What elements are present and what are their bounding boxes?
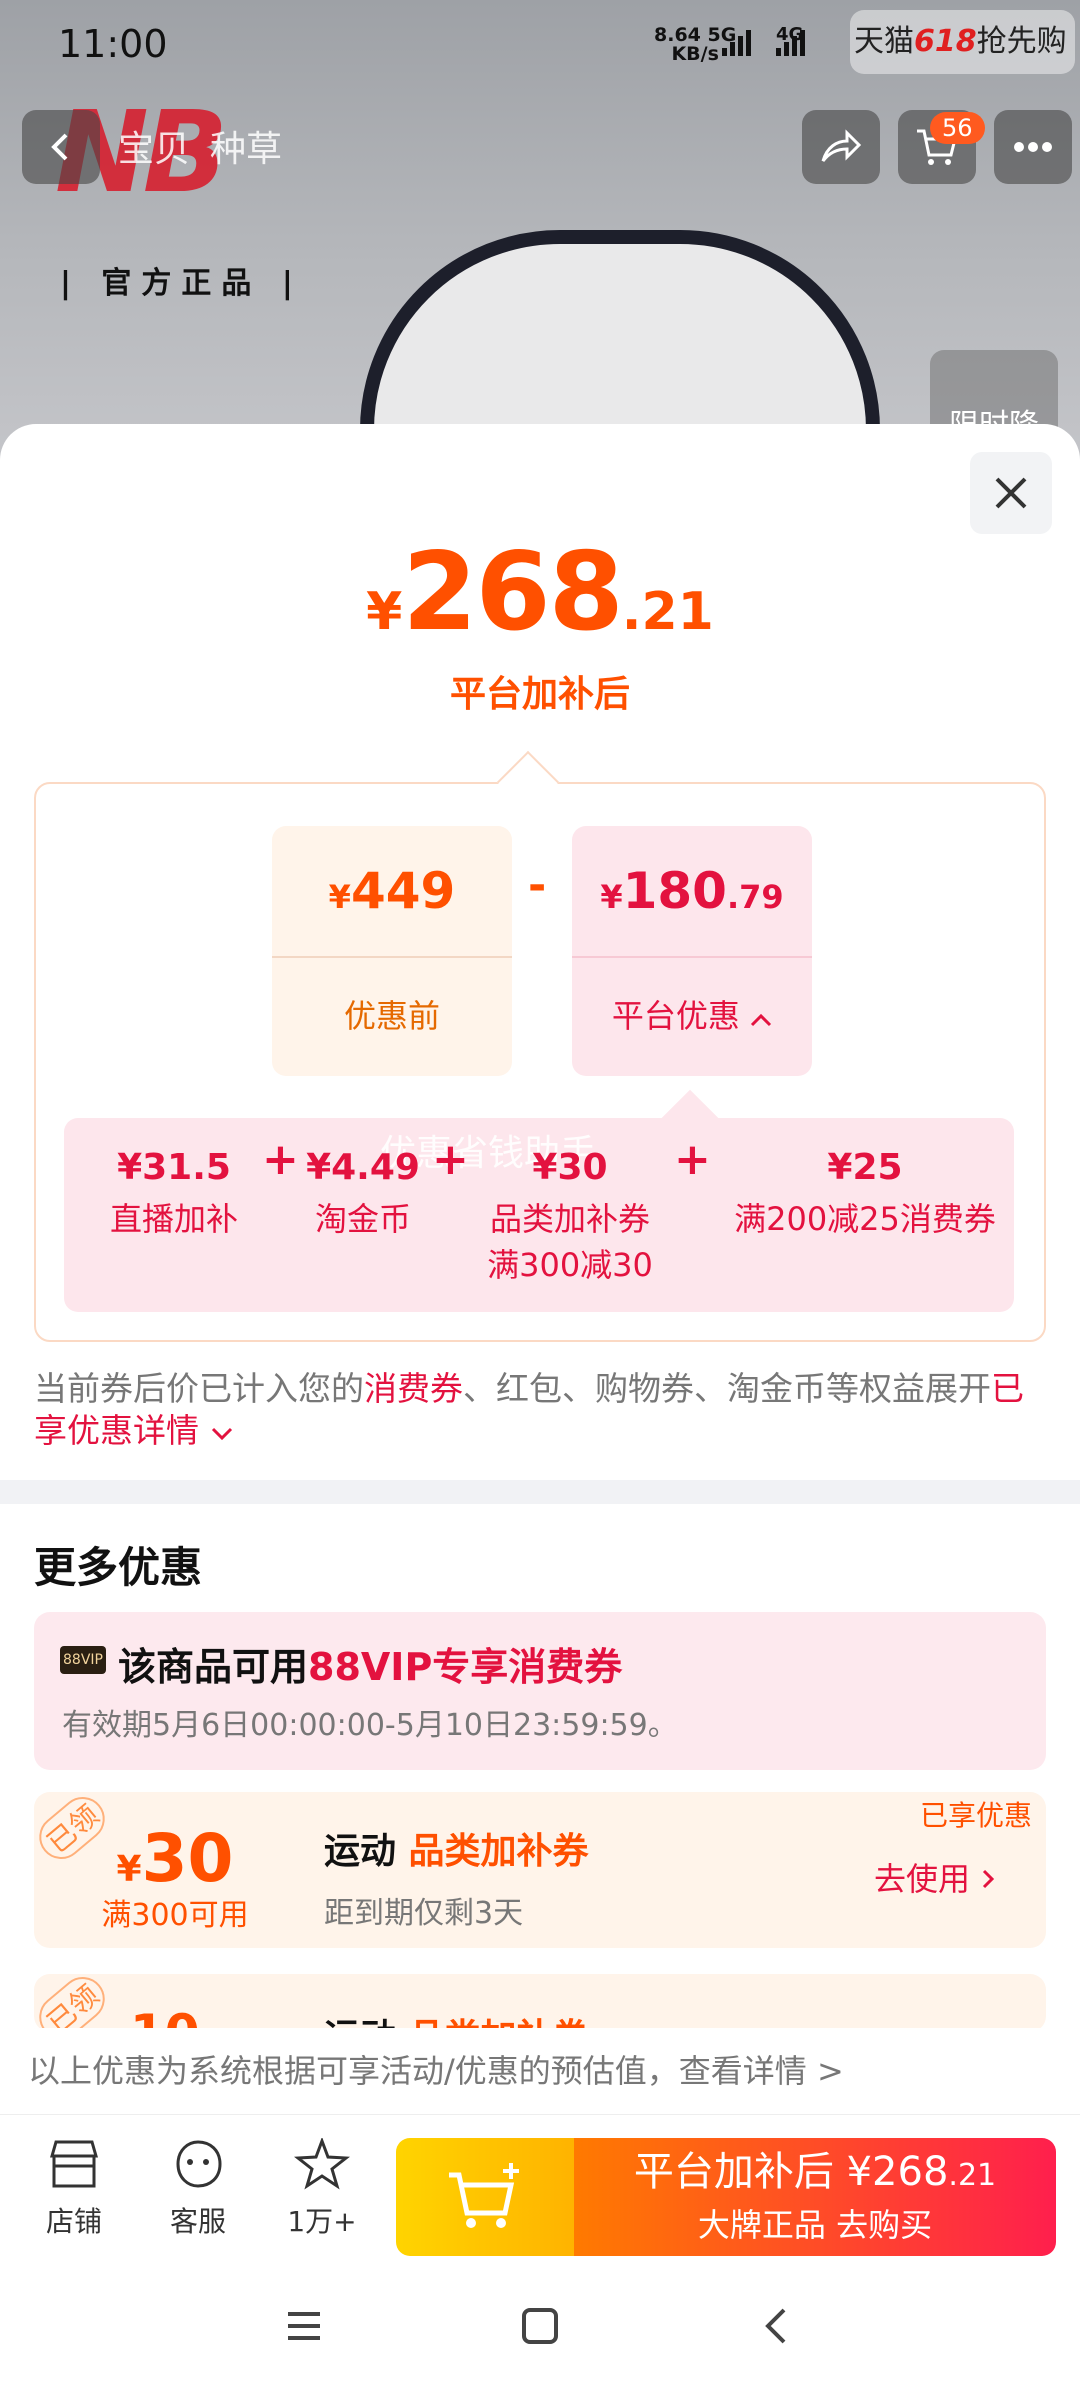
status-time: 11:00: [58, 22, 168, 66]
logo-caption: | 官方正品 |: [60, 266, 303, 301]
home-icon[interactable]: [520, 2306, 560, 2346]
coupon-amount: ¥30: [116, 1820, 234, 1897]
menu-icon[interactable]: [284, 2306, 324, 2346]
status-bar: 11:00 8.64 5G KB/s 4G 天猫618抢先购: [0, 0, 1080, 90]
final-price: ¥268.21: [366, 530, 714, 655]
signal-icon: [722, 30, 754, 58]
tab-item[interactable]: 宝贝: [118, 129, 190, 170]
add-cart-icon: [449, 2163, 519, 2228]
nav-tabs: 宝贝 种草: [118, 120, 302, 172]
vip-coupon-title: 该商品可用88VIP专享消费券: [118, 1645, 623, 1689]
shop-button[interactable]: 店铺: [24, 2138, 124, 2240]
more-offers-title: 更多优惠: [34, 1543, 203, 1592]
promo-banner[interactable]: 天猫618抢先购: [850, 10, 1075, 74]
close-icon: [995, 477, 1027, 509]
buy-cta[interactable]: 平台加补后 ¥268.21 大牌正品 去购买: [396, 2138, 1056, 2256]
original-price-box: ¥449 优惠前: [272, 826, 512, 1076]
share-button[interactable]: [802, 110, 880, 184]
tab-seed[interactable]: 种草: [210, 129, 282, 170]
section-divider: [0, 1480, 1080, 1504]
vip-badge: 88VIP: [60, 1646, 106, 1674]
chevron-down-icon: [211, 1427, 232, 1441]
service-button[interactable]: 客服: [148, 2138, 248, 2240]
platform-discount-label[interactable]: 平台优惠: [572, 976, 812, 1056]
coupon-expiry: 距到期仅剩3天: [324, 1896, 524, 1931]
back-button[interactable]: [22, 110, 100, 184]
coupon-name: 运动 品类加补券: [324, 1831, 589, 1872]
coupon-condition: 满300可用: [101, 1898, 249, 1933]
shop-icon: [50, 2140, 98, 2188]
final-price-caption: 平台加补后: [449, 674, 630, 715]
breakdown-item: ¥31.5 直播加补: [109, 1147, 238, 1238]
coupon-status: 已享优惠: [920, 1799, 1033, 1832]
use-coupon-button[interactable]: 去使用: [874, 1854, 996, 1900]
platform-discount-box[interactable]: ¥180.79 平台优惠: [572, 826, 812, 1076]
discount-notice: 当前券后价已计入您的消费券、红包、购物券、淘金币等权益展开已享优惠详情: [34, 1369, 1024, 1450]
plus-sign: +: [262, 1134, 299, 1185]
cart-count-badge: 56: [930, 112, 985, 144]
share-icon: [821, 129, 862, 162]
vip-coupon-validity: 有效期5月6日00:00:00-5月10日23:59:59。: [62, 1708, 678, 1743]
star-icon: [293, 2136, 351, 2190]
close-button[interactable]: [970, 452, 1052, 534]
chevron-left-icon: [51, 133, 68, 161]
chevron-right-icon: [983, 1869, 995, 1889]
original-price-label: 优惠前: [343, 997, 440, 1035]
more-icon: [1014, 142, 1052, 152]
favorite-button[interactable]: 1万+: [272, 2136, 372, 2240]
breakdown-item: ¥4.49 淘金币: [306, 1147, 420, 1238]
minus-sign: -: [528, 860, 547, 911]
breakdown-item: ¥25 满200减25消费券: [734, 1147, 996, 1238]
estimate-note[interactable]: 以上优惠为系统根据可享活动/优惠的预估值，查看详情 >: [0, 2028, 1080, 2114]
buy-now-button[interactable]: 平台加补后 ¥268.21 大牌正品 去购买: [574, 2138, 1056, 2256]
add-to-cart-button[interactable]: [396, 2138, 574, 2256]
chevron-up-icon: [751, 1013, 772, 1027]
back-icon[interactable]: [756, 2306, 796, 2346]
plus-sign: +: [432, 1134, 469, 1185]
plus-sign: +: [674, 1134, 711, 1185]
breakdown-item: ¥30 品类加补券 满300减30: [487, 1147, 653, 1284]
customer-service-icon: [176, 2140, 222, 2188]
more-button[interactable]: [994, 110, 1072, 184]
